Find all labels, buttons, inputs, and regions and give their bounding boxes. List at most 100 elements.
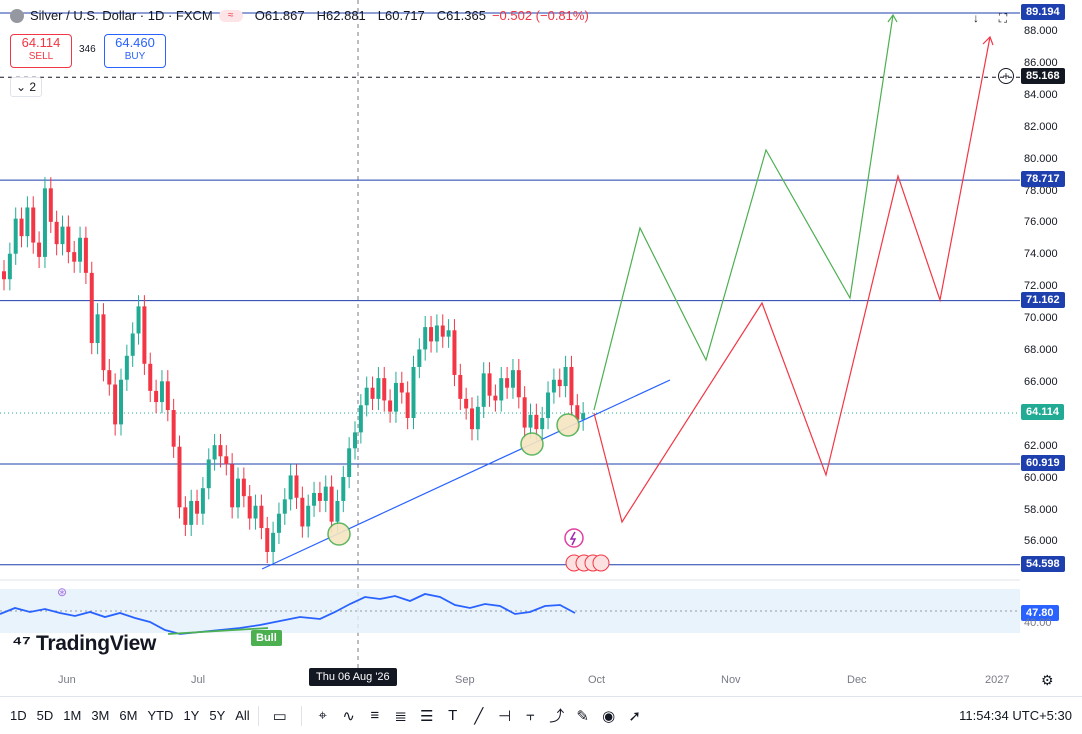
crosshair-tool-icon[interactable]: ⌖	[310, 707, 336, 724]
timeframe-button[interactable]: YTD	[147, 708, 173, 723]
buy-button[interactable]: 64.460 BUY	[104, 34, 166, 68]
candle-body	[259, 505, 264, 529]
candle-body	[171, 410, 176, 447]
indicator-settings-icon[interactable]: ⊛	[57, 585, 67, 599]
price-tick-label: 56.000	[1024, 535, 1058, 548]
time-tick-label: Oct	[588, 674, 606, 686]
candle-body	[335, 500, 340, 522]
level-price-label[interactable]: 54.598	[1021, 555, 1065, 572]
price-tick-label: 68.000	[1024, 344, 1058, 357]
candle-body	[48, 188, 53, 222]
candle-body	[481, 373, 486, 407]
candles	[2, 177, 586, 564]
trend-line-tool-icon[interactable]: ╱	[466, 707, 492, 725]
candle-body	[2, 271, 6, 280]
market-status-icon[interactable]: ≈	[218, 9, 243, 22]
fullscreen-icon[interactable]: ⛶	[993, 8, 1013, 28]
download-icon[interactable]: ↓	[966, 8, 986, 28]
candle-body	[376, 378, 381, 399]
fib-tool-icon[interactable]: ≡	[362, 707, 388, 724]
clock[interactable]: 11:54:34 UTC+5:30	[959, 708, 1072, 723]
candle-body	[528, 414, 533, 428]
candle-body	[189, 500, 194, 525]
channel-tool-icon[interactable]: ☰	[414, 707, 440, 725]
candle-body	[534, 414, 539, 430]
price-tick-label: 62.000	[1024, 439, 1058, 452]
timeframe-button[interactable]: 5D	[37, 708, 54, 723]
touch-marker-2	[520, 432, 544, 456]
candle-body	[470, 408, 474, 430]
brand-logo: ⁴⁷ TradingView	[12, 632, 157, 655]
candle-body	[236, 478, 240, 508]
candle-body	[72, 252, 77, 262]
settings-gear-icon[interactable]: ⚙	[1041, 672, 1054, 689]
candle-body	[7, 253, 12, 280]
candle-body	[388, 400, 393, 412]
candle-body	[177, 446, 182, 508]
ohlc-open: O61.867	[254, 8, 305, 23]
candle-body	[411, 366, 416, 419]
timeframe-button[interactable]: 1M	[63, 708, 81, 723]
eye-icon[interactable]: ◉	[596, 707, 622, 725]
candle-body	[487, 373, 492, 396]
price-tick-label: 82.000	[1024, 120, 1058, 133]
add-alert-icon[interactable]: +	[998, 68, 1014, 84]
candle-body	[540, 418, 545, 430]
candle-body	[300, 497, 305, 527]
brush-tool-icon[interactable]: ✎	[570, 707, 596, 725]
candle-body	[505, 378, 510, 388]
timeframe-button[interactable]: All	[235, 708, 249, 723]
level-price-label[interactable]: 71.162	[1021, 291, 1065, 308]
spread-value: 346	[79, 44, 96, 55]
candle-body	[271, 532, 276, 552]
pattern-tool-icon[interactable]: ∿	[336, 707, 362, 725]
bottom-toolbar: 1D 5D 1M 3M 6M YTD 1Y 5Y All ▭ ⌖ ∿ ≡ ≣ ☰ T ╱ ⊣ ⫟…	[0, 696, 1082, 734]
level-price-label[interactable]: 89.194	[1021, 3, 1065, 20]
arrow-tool-icon[interactable]: ➚	[622, 707, 648, 725]
timeframe-button[interactable]: 1D	[10, 708, 27, 723]
timeframe-button[interactable]: 5Y	[209, 708, 225, 723]
price-chart[interactable]	[0, 0, 1020, 668]
candle-body	[78, 237, 83, 262]
candle-body	[136, 306, 141, 334]
candle-body	[458, 374, 463, 399]
time-tick-label: 2027	[985, 674, 1010, 686]
candle-body	[499, 378, 504, 401]
candle-body	[429, 327, 434, 342]
candle-body	[341, 477, 346, 501]
level-price-label[interactable]: 78.717	[1021, 171, 1065, 188]
level-price-label[interactable]: 64.114	[1021, 404, 1065, 420]
candle-body	[253, 505, 258, 519]
candle-body	[37, 242, 42, 257]
price-tick-label: 66.000	[1024, 375, 1058, 388]
gann-tool-icon[interactable]: ≣	[388, 707, 414, 725]
symbol-title[interactable]: Silver / U.S. Dollar · 1D · FXCM	[30, 8, 213, 23]
candle-body	[13, 218, 18, 254]
level-price-label[interactable]: 85.168	[1021, 68, 1065, 85]
candle-body	[113, 384, 118, 425]
text-tool-icon[interactable]: T	[440, 707, 466, 724]
lightning-icon	[564, 528, 584, 548]
buy-price: 64.460	[115, 35, 155, 50]
collapse-count: 2	[29, 80, 37, 94]
level-price-label[interactable]: 60.919	[1021, 454, 1065, 471]
sell-button[interactable]: 64.114 SELL	[10, 34, 72, 68]
collapse-indicators-button[interactable]: ⌄ 2	[10, 77, 42, 97]
candle-body	[329, 486, 334, 522]
candle-body	[247, 496, 252, 519]
path-tool-icon[interactable]: ⤴	[544, 705, 570, 726]
price-tick-label: 58.000	[1024, 503, 1058, 516]
timeframe-button[interactable]: 6M	[119, 708, 137, 723]
timeframe-button[interactable]: 1Y	[183, 708, 199, 723]
timeframe-button[interactable]: 3M	[91, 708, 109, 723]
indicator-axis-label: 40.00	[1024, 617, 1052, 629]
price-tick-label: 88.000	[1024, 25, 1058, 38]
candle-body	[154, 390, 159, 403]
candle-body	[493, 395, 498, 401]
measure-tool-icon[interactable]: ⫟	[518, 707, 544, 724]
touch-marker-3	[556, 413, 580, 437]
sell-price: 64.114	[21, 35, 61, 50]
date-range-icon[interactable]: ▭	[267, 707, 293, 725]
long-position-icon[interactable]: ⊣	[492, 707, 518, 725]
ohlc-high: H62.881	[316, 8, 366, 23]
